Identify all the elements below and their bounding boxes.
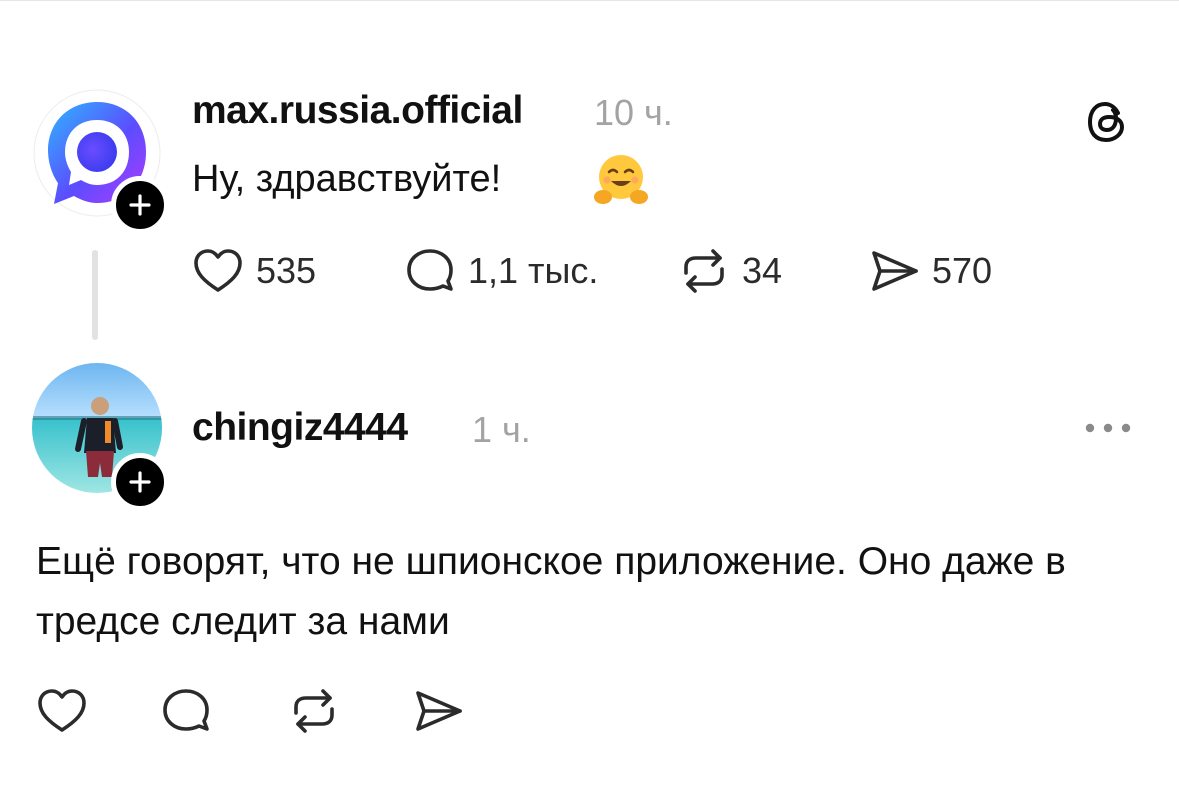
repost-icon [294, 689, 334, 733]
comment-bubble-icon [407, 249, 453, 291]
post-author-username[interactable]: chingiz4444 [192, 406, 408, 450]
reply-count: 1,1 тыс. [468, 250, 599, 291]
plus-icon [129, 194, 151, 216]
plus-icon [129, 471, 151, 493]
post-timestamp: 10 ч. [594, 92, 673, 133]
more-dots-icon[interactable] [1082, 416, 1134, 440]
send-icon [416, 691, 462, 731]
share-button[interactable] [410, 683, 466, 739]
repost-button[interactable]: 34 [676, 243, 782, 299]
post-author-username[interactable]: max.russia.official [192, 89, 523, 133]
share-count: 570 [932, 250, 993, 291]
follow-button[interactable] [111, 453, 169, 511]
post-body-text: Ну, здравствуйте! [192, 158, 502, 200]
reply-button[interactable]: 1,1 тыс. [402, 243, 598, 299]
repost-icon [684, 249, 724, 293]
follow-button[interactable] [111, 176, 169, 234]
comment-bubble-icon [163, 689, 209, 731]
thread-connector-line [92, 250, 98, 340]
hugging-face-emoji [594, 155, 648, 204]
post-timestamp: 1 ч. [472, 409, 531, 450]
threads-logo-icon[interactable] [1084, 98, 1132, 146]
heart-icon [194, 249, 242, 292]
post-body-text: Ещё говорят, что не шпионское приложение… [36, 540, 1066, 643]
repost-button[interactable] [286, 683, 342, 739]
like-count: 535 [256, 250, 317, 291]
top-divider [0, 0, 1179, 1]
share-button[interactable]: 570 [866, 243, 992, 299]
like-button[interactable] [34, 683, 90, 739]
send-icon [872, 251, 918, 291]
reply-button[interactable] [158, 683, 214, 739]
heart-icon [38, 689, 86, 732]
repost-count: 34 [742, 250, 783, 291]
like-button[interactable]: 535 [190, 243, 316, 299]
